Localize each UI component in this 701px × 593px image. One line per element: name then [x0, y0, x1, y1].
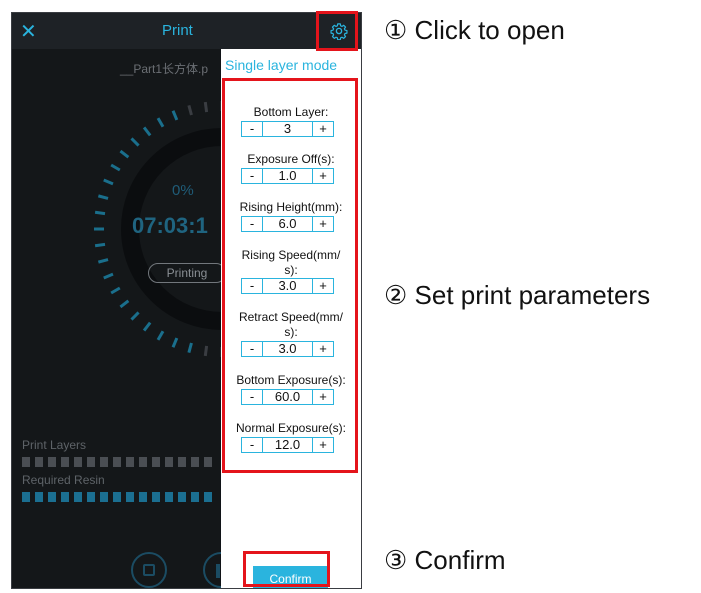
bar-segment — [165, 492, 173, 502]
bar-segment — [139, 492, 147, 502]
bar-segment — [22, 457, 30, 467]
bar-segment — [191, 492, 199, 502]
bar-segment — [74, 492, 82, 502]
ring-tick — [97, 194, 109, 200]
bar-segment — [87, 457, 95, 467]
bar-segment — [165, 457, 173, 467]
close-icon[interactable]: ✕ — [20, 19, 37, 43]
bar-segment — [61, 492, 69, 502]
ring-tick — [110, 163, 121, 172]
step-1-text: ① Click to open — [384, 15, 565, 45]
pause-icon — [216, 564, 220, 578]
bar-segment — [152, 492, 160, 502]
file-name: __Part1长方体.p — [120, 62, 209, 76]
ring-tick — [171, 110, 179, 121]
ring-tick — [187, 104, 193, 116]
progress-percent: 0% — [172, 182, 194, 199]
ring-tick — [130, 137, 140, 147]
bar-segment — [152, 457, 160, 467]
bar-segment — [74, 457, 82, 467]
ring-tick — [187, 342, 193, 354]
bar-segment — [22, 492, 30, 502]
bar-segment — [100, 492, 108, 502]
ring-tick — [119, 149, 130, 159]
highlight-settings — [316, 11, 358, 51]
ring-tick — [156, 117, 165, 128]
ring-tick — [103, 272, 114, 280]
status-badge: Printing — [148, 263, 226, 283]
ring-tick — [203, 345, 209, 357]
top-bar: ✕ Print — [12, 13, 361, 49]
ring-tick — [119, 299, 130, 309]
print-layers-bar — [22, 457, 222, 467]
bar-segment — [178, 492, 186, 502]
bar-segment — [139, 457, 147, 467]
print-layers-label: Print Layers — [22, 438, 87, 452]
bar-segment — [178, 457, 186, 467]
stop-icon — [143, 564, 155, 576]
bar-segment — [35, 492, 43, 502]
ring-tick — [156, 330, 165, 341]
stop-button[interactable] — [131, 552, 167, 588]
highlight-confirm — [243, 551, 330, 587]
ring-tick — [94, 242, 106, 248]
bar-segment — [204, 492, 212, 502]
ring-tick — [171, 337, 179, 348]
bar-segment — [48, 457, 56, 467]
ring-tick — [142, 321, 152, 332]
ring-tick — [94, 210, 106, 216]
bar-segment — [113, 492, 121, 502]
bar-segment — [48, 492, 56, 502]
bar-segment — [61, 457, 69, 467]
bar-segment — [126, 457, 134, 467]
bar-segment — [113, 457, 121, 467]
ring-tick — [103, 178, 114, 186]
highlight-parameters — [222, 78, 358, 473]
step-2-text: ② Set print parameters — [384, 280, 651, 310]
bar-segment — [126, 492, 134, 502]
ring-tick — [97, 258, 109, 264]
ring-tick — [110, 286, 121, 295]
remaining-time: 07:03:1 — [132, 213, 208, 238]
ring-tick — [203, 101, 209, 113]
required-resin-bar — [22, 492, 222, 502]
mode-title: Single layer mode — [225, 57, 338, 73]
bar-segment — [35, 457, 43, 467]
print-status-view: __Part1长方体.p 0% 07:03:1 Printing Print L… — [12, 49, 302, 588]
ring-tick — [142, 126, 152, 137]
required-resin-label: Required Resin — [22, 473, 105, 487]
bar-segment — [87, 492, 95, 502]
bar-segment — [191, 457, 199, 467]
page-title: Print — [162, 22, 193, 39]
bar-segment — [204, 457, 212, 467]
bar-segment — [100, 457, 108, 467]
ring-tick — [130, 311, 140, 321]
step-3-text: ③ Confirm — [384, 545, 506, 575]
